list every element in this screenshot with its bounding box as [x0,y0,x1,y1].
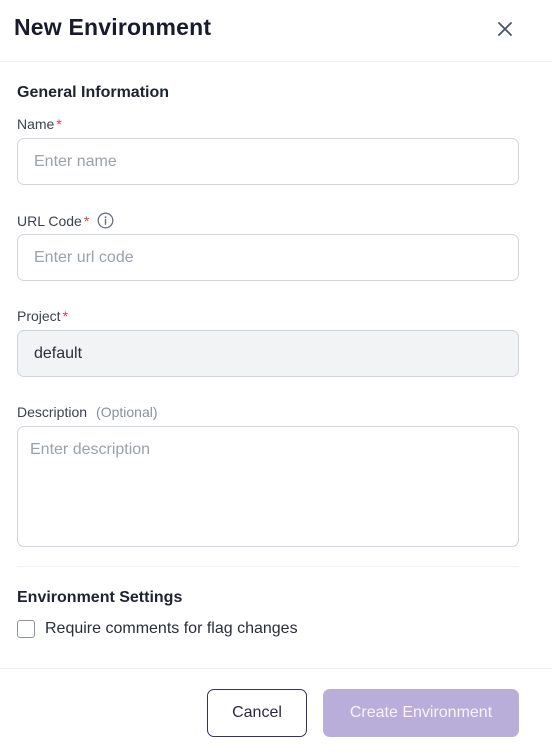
project-label: Project * [17,308,68,324]
name-label-text: Name [17,116,55,132]
required-marker: * [56,116,62,132]
url-code-label: URL Code * [17,212,114,229]
close-icon [498,22,512,36]
section-divider [17,566,519,567]
cancel-button[interactable]: Cancel [207,689,307,737]
general-information-heading: General Information [17,84,170,101]
footer-divider [0,668,552,669]
url-code-label-text: URL Code [17,212,82,229]
description-textarea[interactable] [17,426,519,547]
description-label-text: Description [17,404,88,420]
require-comments-checkbox[interactable] [17,620,35,638]
name-input[interactable] [17,138,519,185]
url-code-input[interactable] [17,234,519,281]
required-marker: * [83,212,90,229]
project-input [17,330,519,377]
description-label: Description (Optional) [17,404,158,420]
dialog-header: New Environment [0,0,552,62]
require-comments-label: Require comments for flag changes [45,620,298,637]
environment-settings-heading: Environment Settings [17,589,183,606]
optional-hint: (Optional) [96,404,158,420]
project-label-text: Project [17,308,61,324]
name-label: Name * [17,116,62,132]
create-environment-button[interactable]: Create Environment [323,689,519,737]
dialog-title: New Environment [14,14,212,40]
close-button[interactable] [490,14,520,44]
info-icon[interactable] [97,212,114,229]
required-marker: * [62,308,69,324]
require-comments-option[interactable]: Require comments for flag changes [17,620,298,638]
